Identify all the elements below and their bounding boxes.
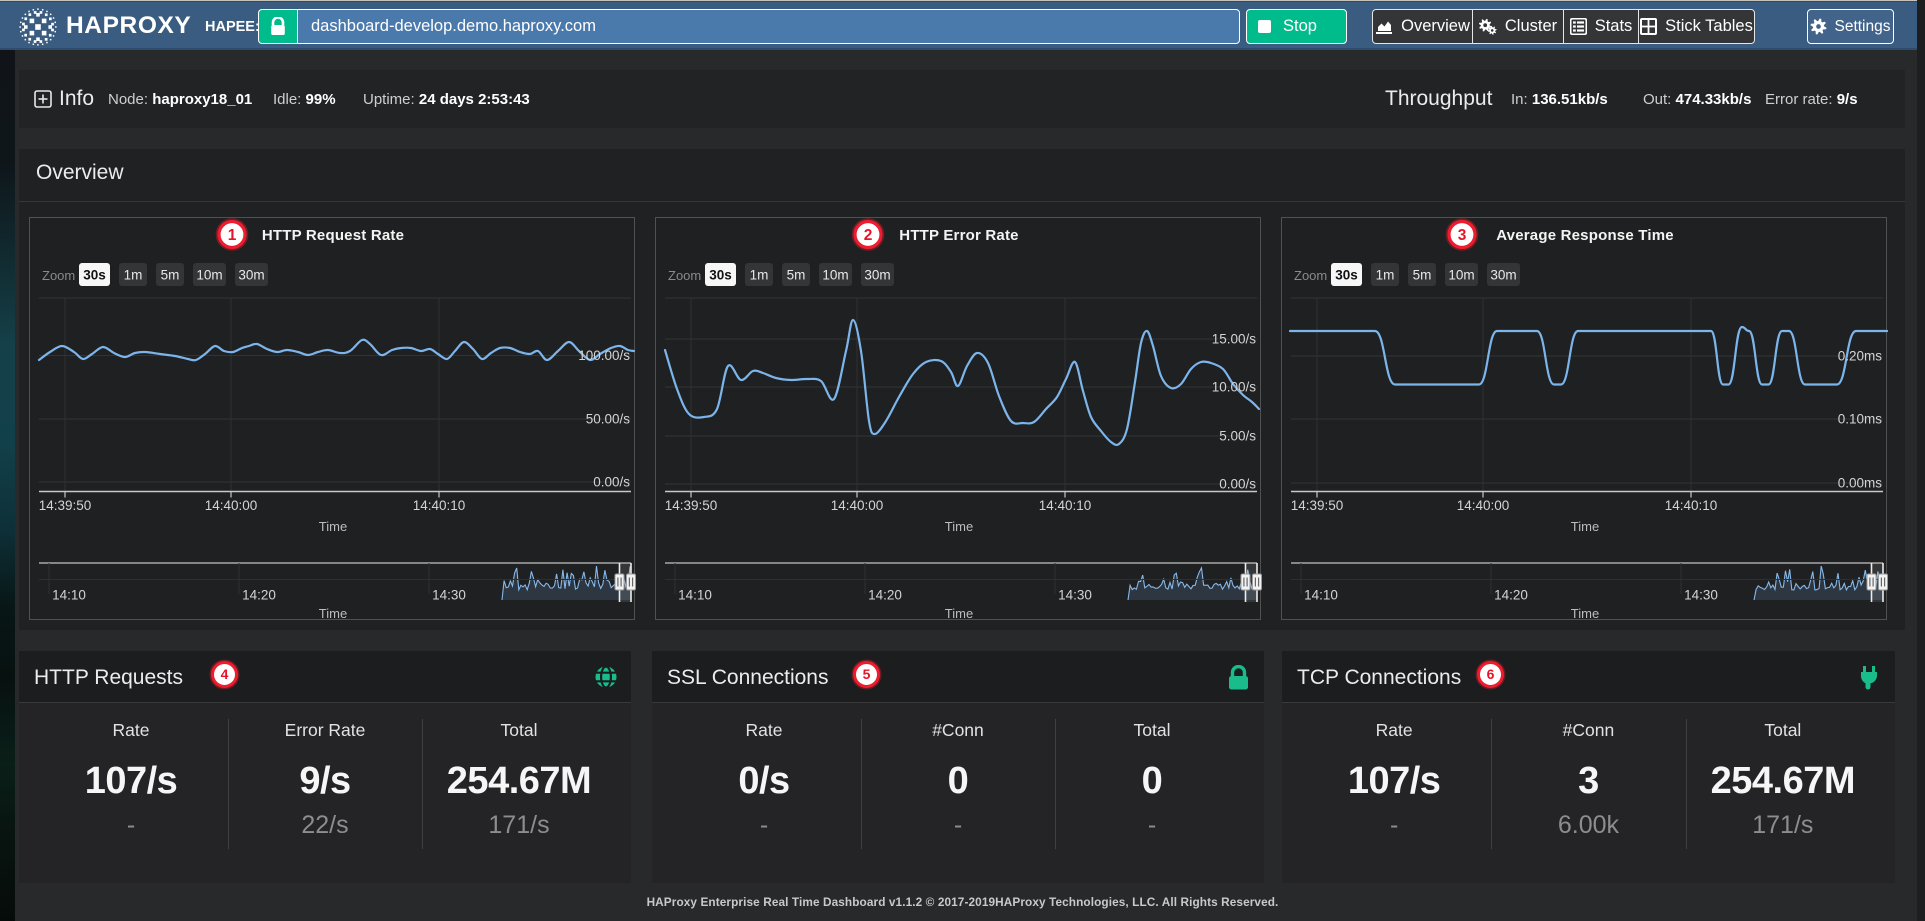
svg-text:10m: 10m	[1448, 268, 1474, 283]
svg-text:10.00/s: 10.00/s	[1212, 380, 1257, 395]
svg-text:14:30: 14:30	[432, 588, 466, 603]
svg-text:30s: 30s	[83, 268, 106, 283]
svg-text:3: 3	[1458, 227, 1467, 244]
svg-text:Time: Time	[319, 519, 347, 534]
svg-text:15.00/s: 15.00/s	[1212, 332, 1257, 347]
svg-text:100.00/s: 100.00/s	[578, 348, 630, 363]
svg-text:Zoom: Zoom	[1294, 268, 1327, 283]
svg-text:0.00/s: 0.00/s	[593, 475, 630, 490]
svg-text:HTTP Request Rate: HTTP Request Rate	[262, 227, 404, 244]
svg-text:14:40:00: 14:40:00	[831, 498, 884, 513]
svg-text:14:40:10: 14:40:10	[1039, 498, 1092, 513]
svg-text:10m: 10m	[196, 268, 222, 283]
svg-text:Time: Time	[1571, 606, 1599, 621]
svg-text:14:30: 14:30	[1058, 588, 1092, 603]
svg-text:1: 1	[228, 227, 237, 244]
svg-text:10m: 10m	[822, 268, 848, 283]
svg-text:14:20: 14:20	[1494, 588, 1528, 603]
svg-text:14:20: 14:20	[242, 588, 276, 603]
svg-text:30m: 30m	[1490, 268, 1516, 283]
svg-text:14:30: 14:30	[1684, 588, 1718, 603]
svg-text:Zoom: Zoom	[42, 268, 75, 283]
svg-text:5m: 5m	[161, 268, 180, 283]
svg-text:0.10ms: 0.10ms	[1838, 412, 1883, 427]
svg-text:Average Response Time: Average Response Time	[1496, 227, 1674, 244]
svg-text:Time: Time	[945, 519, 973, 534]
svg-text:50.00/s: 50.00/s	[586, 412, 631, 427]
svg-text:14:20: 14:20	[868, 588, 902, 603]
svg-text:Time: Time	[1571, 519, 1599, 534]
svg-text:14:10: 14:10	[52, 588, 86, 603]
svg-text:Time: Time	[945, 606, 973, 621]
svg-text:14:40:00: 14:40:00	[205, 498, 258, 513]
svg-text:5m: 5m	[787, 268, 806, 283]
svg-text:14:40:10: 14:40:10	[413, 498, 466, 513]
svg-text:30s: 30s	[1335, 268, 1358, 283]
svg-text:2: 2	[864, 227, 873, 244]
svg-text:5m: 5m	[1413, 268, 1432, 283]
svg-text:1m: 1m	[1376, 268, 1395, 283]
svg-text:0.20ms: 0.20ms	[1838, 349, 1883, 364]
svg-text:Zoom: Zoom	[668, 268, 701, 283]
svg-text:14:40:10: 14:40:10	[1665, 498, 1718, 513]
svg-text:14:40:00: 14:40:00	[1457, 498, 1510, 513]
svg-text:5.00/s: 5.00/s	[1219, 429, 1256, 444]
svg-text:30s: 30s	[709, 268, 732, 283]
svg-text:30m: 30m	[864, 268, 890, 283]
svg-text:14:10: 14:10	[678, 588, 712, 603]
svg-text:0.00/s: 0.00/s	[1219, 477, 1256, 492]
svg-text:14:39:50: 14:39:50	[1291, 498, 1344, 513]
svg-text:HTTP Error Rate: HTTP Error Rate	[899, 227, 1018, 244]
svg-text:14:39:50: 14:39:50	[39, 498, 92, 513]
svg-text:Time: Time	[319, 606, 347, 621]
svg-text:14:39:50: 14:39:50	[665, 498, 718, 513]
svg-text:14:10: 14:10	[1304, 588, 1338, 603]
svg-text:1m: 1m	[124, 268, 143, 283]
svg-text:0.00ms: 0.00ms	[1838, 476, 1883, 491]
svg-text:30m: 30m	[238, 268, 264, 283]
svg-text:1m: 1m	[750, 268, 769, 283]
